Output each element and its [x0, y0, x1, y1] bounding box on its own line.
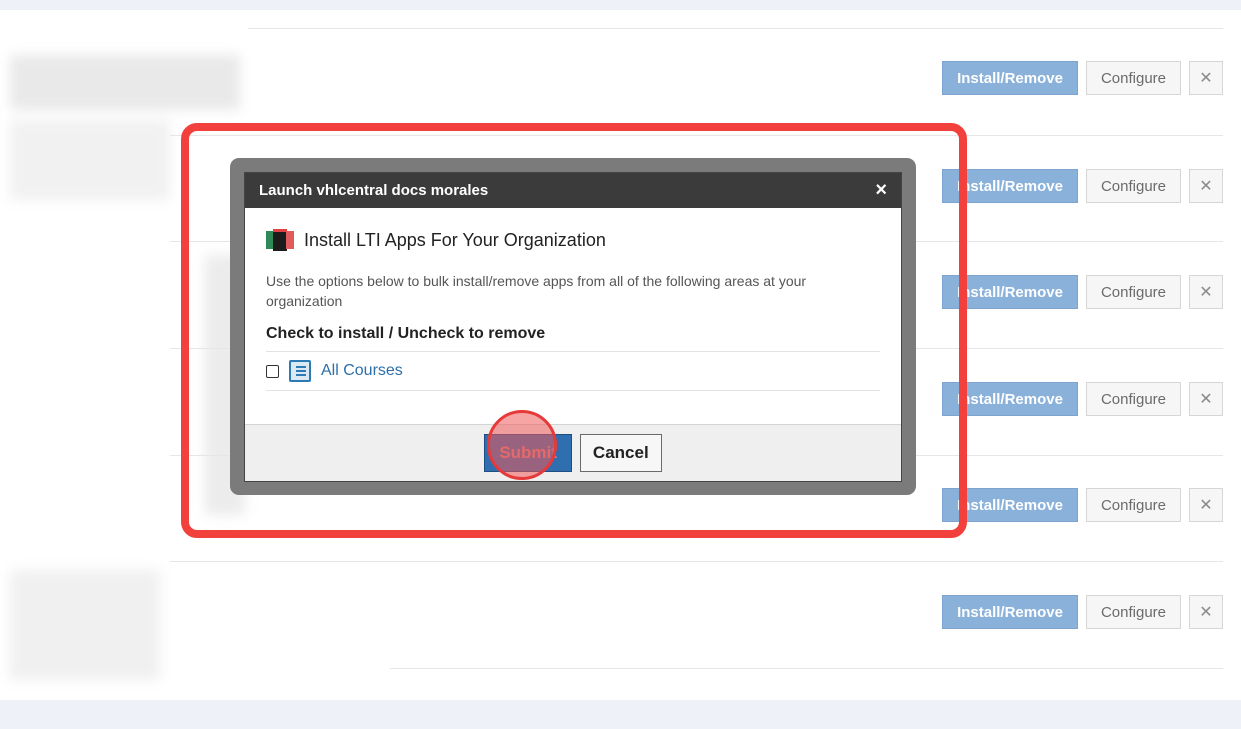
- dialog-heading-row: Install LTI Apps For Your Organization: [266, 229, 880, 251]
- blurred-sidebar: [10, 55, 240, 110]
- dialog-title: Launch vhlcentral docs morales: [259, 182, 489, 199]
- close-icon[interactable]: ✕: [1189, 275, 1223, 309]
- row-divider: [170, 135, 1223, 136]
- configure-button[interactable]: Configure: [1085, 275, 1181, 309]
- configure-button[interactable]: Configure: [1085, 61, 1181, 95]
- close-icon[interactable]: ✕: [1189, 488, 1223, 522]
- install-remove-button[interactable]: Install/Remove: [942, 595, 1078, 629]
- install-remove-button[interactable]: Install/Remove: [942, 382, 1078, 416]
- dialog-heading: Install LTI Apps For Your Organization: [304, 229, 606, 250]
- blurred-sidebar: [10, 570, 160, 680]
- install-remove-button[interactable]: Install/Remove: [942, 61, 1078, 95]
- dialog-subheading: Check to install / Uncheck to remove: [266, 325, 880, 352]
- dialog-body: Install LTI Apps For Your Organization U…: [245, 229, 901, 391]
- book-icon: [289, 360, 311, 382]
- app-row-actions: Install/Remove Configure ✕: [942, 168, 1223, 204]
- close-icon[interactable]: ✕: [1189, 595, 1223, 629]
- lti-app-icon: [266, 229, 294, 251]
- close-icon[interactable]: ×: [875, 179, 887, 202]
- row-divider: [390, 668, 1223, 669]
- install-remove-button[interactable]: Install/Remove: [942, 275, 1078, 309]
- close-icon[interactable]: ✕: [1189, 61, 1223, 95]
- cancel-button[interactable]: Cancel: [579, 434, 662, 472]
- configure-button[interactable]: Configure: [1085, 382, 1181, 416]
- all-courses-checkbox[interactable]: [266, 364, 279, 378]
- dialog-footer: Submit Cancel: [245, 424, 901, 481]
- dialog-description: Use the options below to bulk install/re…: [266, 273, 807, 309]
- configure-button[interactable]: Configure: [1085, 169, 1181, 203]
- row-divider: [248, 28, 1223, 29]
- submit-button[interactable]: Submit: [484, 434, 572, 472]
- app-row-actions: Install/Remove Configure ✕: [942, 381, 1223, 417]
- configure-button[interactable]: Configure: [1085, 595, 1181, 629]
- app-row-actions: Install/Remove Configure ✕: [942, 60, 1223, 96]
- all-courses-link[interactable]: All Courses: [321, 362, 403, 380]
- row-divider: [170, 561, 1223, 562]
- app-row-actions: Install/Remove Configure ✕: [942, 274, 1223, 310]
- install-remove-button[interactable]: Install/Remove: [942, 169, 1078, 203]
- close-icon[interactable]: ✕: [1189, 169, 1223, 203]
- app-row-actions: Install/Remove Configure ✕: [942, 487, 1223, 523]
- dialog-title-bar: Launch vhlcentral docs morales ×: [245, 173, 901, 208]
- close-icon[interactable]: ✕: [1189, 382, 1223, 416]
- configure-button[interactable]: Configure: [1085, 488, 1181, 522]
- blurred-sidebar: [10, 120, 170, 200]
- install-remove-button[interactable]: Install/Remove: [942, 488, 1078, 522]
- option-all-courses[interactable]: All Courses: [266, 352, 880, 391]
- app-row-actions: Install/Remove Configure ✕: [942, 594, 1223, 630]
- install-lti-dialog: Launch vhlcentral docs morales × Install…: [244, 172, 902, 482]
